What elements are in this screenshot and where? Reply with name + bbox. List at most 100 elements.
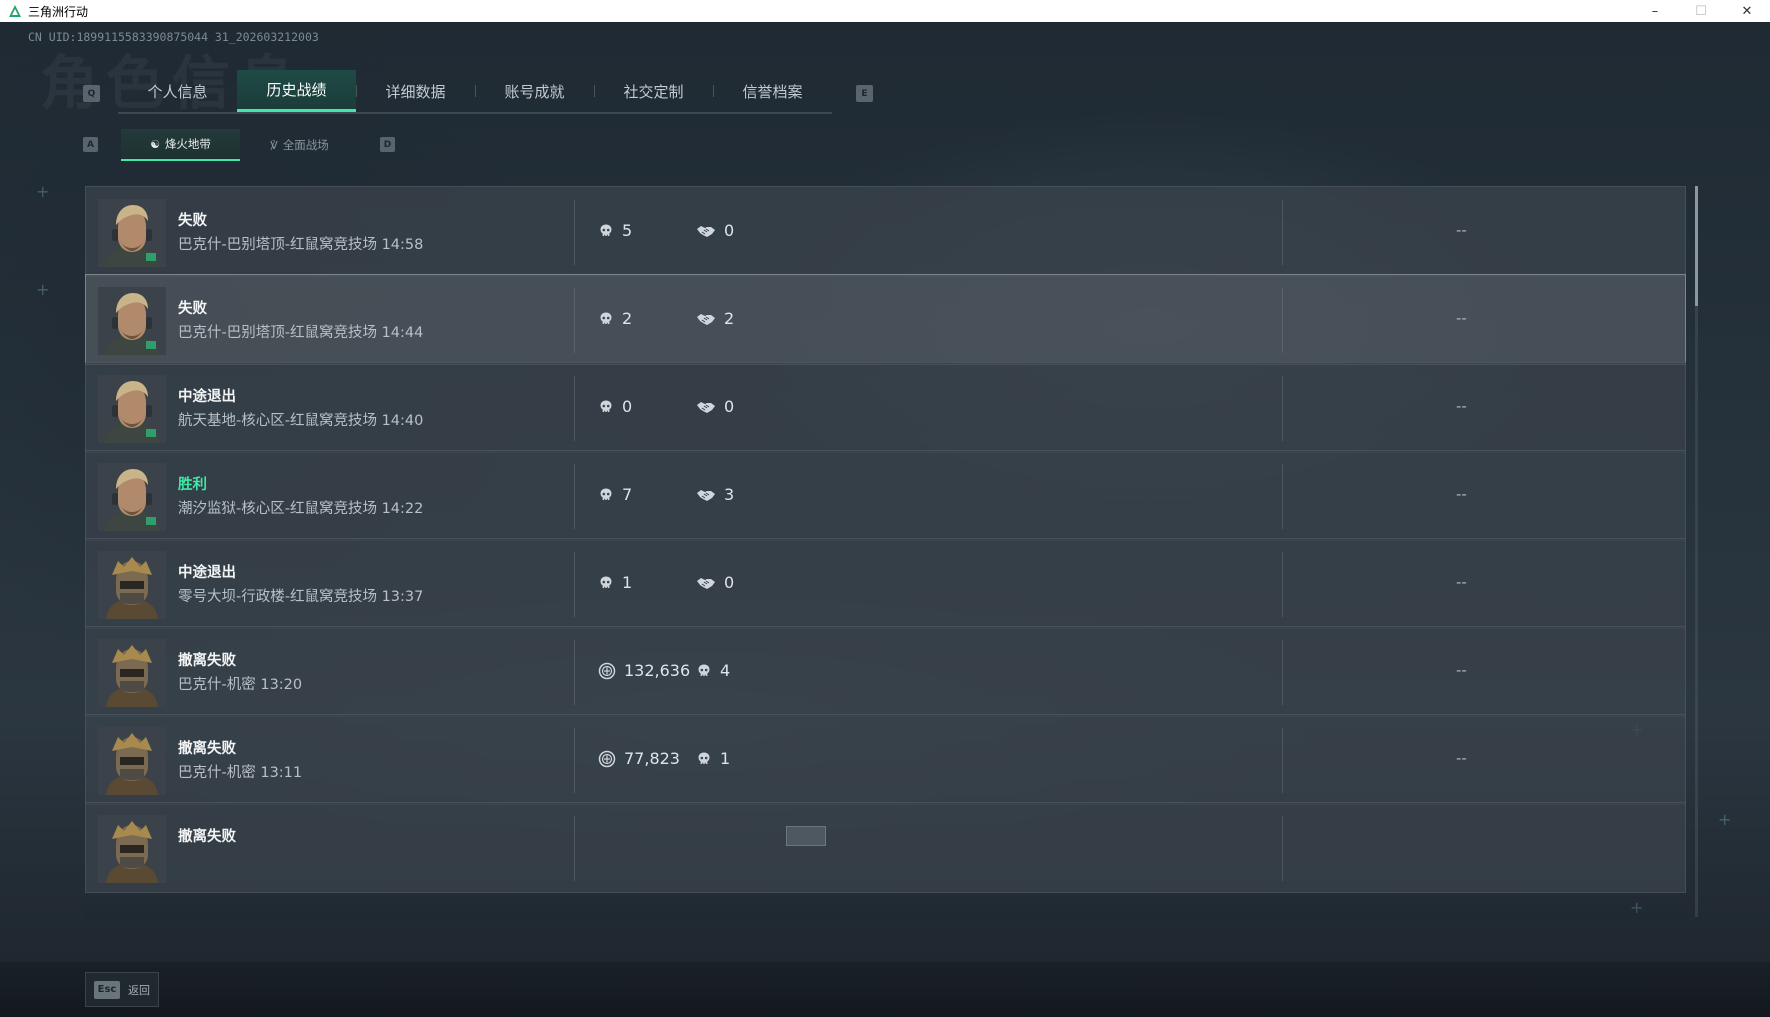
stat-value: 0 [622, 397, 633, 416]
match-result: 撤离失败 [178, 653, 236, 669]
tab-label: 社交定制 [623, 82, 684, 101]
row-divider [574, 464, 575, 529]
window-titlebar: 三角洲行动 – ☐ ✕ [0, 0, 1770, 22]
skull-icon [598, 575, 614, 591]
list-scrollbar[interactable] [1695, 186, 1698, 917]
operator-avatar [98, 815, 166, 883]
operator-avatar [98, 639, 166, 707]
skull-icon [598, 487, 614, 503]
tab-label: 详细数据 [385, 82, 446, 101]
coin-icon [598, 750, 616, 768]
match-history-list: 失败 巴克什-巴别塔顶-红鼠窝竞技场 14:58 5 0 -- 失败 巴克什-巴别塔顶-红鼠… [85, 186, 1686, 917]
decor-cross-icon: + [1718, 810, 1732, 829]
tab-personal-info[interactable]: 个人信息 [118, 70, 237, 112]
match-record-row[interactable]: 中途退出 航天基地-核心区-红鼠窝竞技场 14:40 0 0 -- [85, 362, 1686, 453]
skull-icon [598, 399, 614, 415]
subtab-prev-key-hint[interactable]: A [83, 137, 98, 152]
match-stat: 1 [696, 749, 730, 768]
handshake-icon [696, 312, 716, 326]
match-stat: 5 [598, 221, 632, 240]
window-title: 三角洲行动 [28, 4, 89, 19]
match-extra-value: -- [1456, 221, 1467, 239]
tab-prev-key-hint[interactable]: Q [83, 85, 100, 102]
match-result: 失败 [178, 301, 207, 317]
match-stat: 3 [696, 485, 734, 504]
match-extra-value: -- [1456, 661, 1467, 679]
row-divider [574, 728, 575, 793]
row-divider [1282, 552, 1283, 617]
match-map-time: 巴克什-巴别塔顶-红鼠窝竞技场 14:58 [178, 237, 424, 253]
match-record-row[interactable]: 撤离失败 [85, 802, 1686, 893]
match-map-time: 零号大坝-行政楼-红鼠窝竞技场 13:37 [178, 589, 424, 605]
stat-value: 1 [720, 749, 731, 768]
stat-value: 5 [622, 221, 633, 240]
row-divider [1282, 816, 1283, 881]
row-divider [574, 640, 575, 705]
match-result: 撤离失败 [178, 829, 236, 845]
row-divider [574, 376, 575, 441]
match-stat: 0 [598, 397, 632, 416]
row-divider [574, 816, 575, 881]
match-record-row[interactable]: 撤离失败巴克什-机密 13:20 132,636 4 -- [85, 626, 1686, 717]
match-result: 中途退出 [178, 389, 236, 405]
tab-next-key-hint[interactable]: E [856, 85, 873, 102]
player-uid: CN UID:1899115583390875044 31_2026032120… [28, 30, 319, 44]
match-result: 撤离失败 [178, 741, 236, 757]
minimize-icon[interactable]: – [1632, 0, 1678, 22]
match-extra-value: -- [1456, 749, 1467, 767]
stat-value: 0 [724, 221, 735, 240]
match-map-time: 巴克什-机密 13:20 [178, 677, 303, 693]
match-stat: 2 [696, 309, 734, 328]
row-divider [574, 200, 575, 265]
operator-avatar [98, 287, 166, 355]
mode-tab-bar: ☯ 烽火地带 ℣ 全面战场 [121, 129, 359, 161]
match-extra-value: -- [1456, 309, 1467, 327]
tab-social-custom[interactable]: 社交定制 [594, 70, 713, 112]
match-stat: 0 [696, 573, 734, 592]
tab-match-history[interactable]: 历史战绩 [237, 70, 356, 112]
match-result: 中途退出 [178, 565, 236, 581]
match-stat: 2 [598, 309, 632, 328]
tab-mode-warfare[interactable]: ℣ 全面战场 [240, 129, 359, 161]
subtab-next-key-hint[interactable]: D [380, 137, 395, 152]
scrollbar-thumb[interactable] [1695, 186, 1698, 306]
tab-detailed-data[interactable]: 详细数据 [356, 70, 475, 112]
tab-mode-operations[interactable]: ☯ 烽火地带 [121, 129, 240, 161]
tab-label: 信誉档案 [742, 82, 803, 101]
handshake-icon [696, 488, 716, 502]
tab-label: 账号成就 [504, 82, 565, 101]
match-result: 胜利 [178, 477, 207, 493]
match-record-row[interactable]: 失败 巴克什-巴别塔顶-红鼠窝竞技场 14:58 5 0 -- [85, 186, 1686, 277]
close-icon[interactable]: ✕ [1724, 0, 1770, 22]
match-record-row[interactable]: 胜利 潮汐监狱-核心区-红鼠窝竞技场 14:22 7 3 -- [85, 450, 1686, 541]
tab-label: 历史战绩 [266, 81, 327, 99]
tab-credit-profile[interactable]: 信誉档案 [713, 70, 832, 112]
main-tab-bar: 个人信息 历史战绩 详细数据 账号成就 社交定制 信誉档案 [118, 70, 832, 114]
stat-value: 132,636 [624, 661, 691, 680]
stat-value: 3 [724, 485, 735, 504]
skull-icon [598, 311, 614, 327]
match-stat: 132,636 [598, 661, 690, 680]
handshake-icon [696, 576, 716, 590]
back-button[interactable]: Esc 返回 [85, 972, 159, 1007]
maximize-icon[interactable]: ☐ [1678, 0, 1724, 22]
match-record-row[interactable]: 撤离失败 巴克什-机密 13:11 77,823 1 -- [85, 714, 1686, 805]
tab-achievements[interactable]: 账号成就 [475, 70, 594, 112]
match-record-row[interactable]: 中途退出 零号大坝-行政楼-红鼠窝竞技场 13:37 1 0 -- [85, 538, 1686, 629]
stat-value: 1 [622, 573, 633, 592]
match-record-row[interactable]: 失败 巴克什-巴别塔顶-红鼠窝竞技场 14:44 2 2 -- [85, 274, 1686, 365]
match-stat: 0 [696, 221, 734, 240]
loading-indicator [786, 826, 826, 846]
match-stat: 1 [598, 573, 632, 592]
operator-avatar [98, 375, 166, 443]
row-divider [1282, 640, 1283, 705]
match-map-time: 巴克什-机密 13:11 [178, 765, 303, 781]
esc-key-hint: Esc [94, 980, 120, 999]
decor-cross-icon: + [36, 182, 50, 201]
match-extra-value: -- [1456, 397, 1467, 415]
match-extra-value: -- [1456, 485, 1467, 503]
stat-value: 4 [720, 661, 731, 680]
row-divider [574, 552, 575, 617]
skull-icon [696, 751, 712, 767]
match-stat: 0 [696, 397, 734, 416]
